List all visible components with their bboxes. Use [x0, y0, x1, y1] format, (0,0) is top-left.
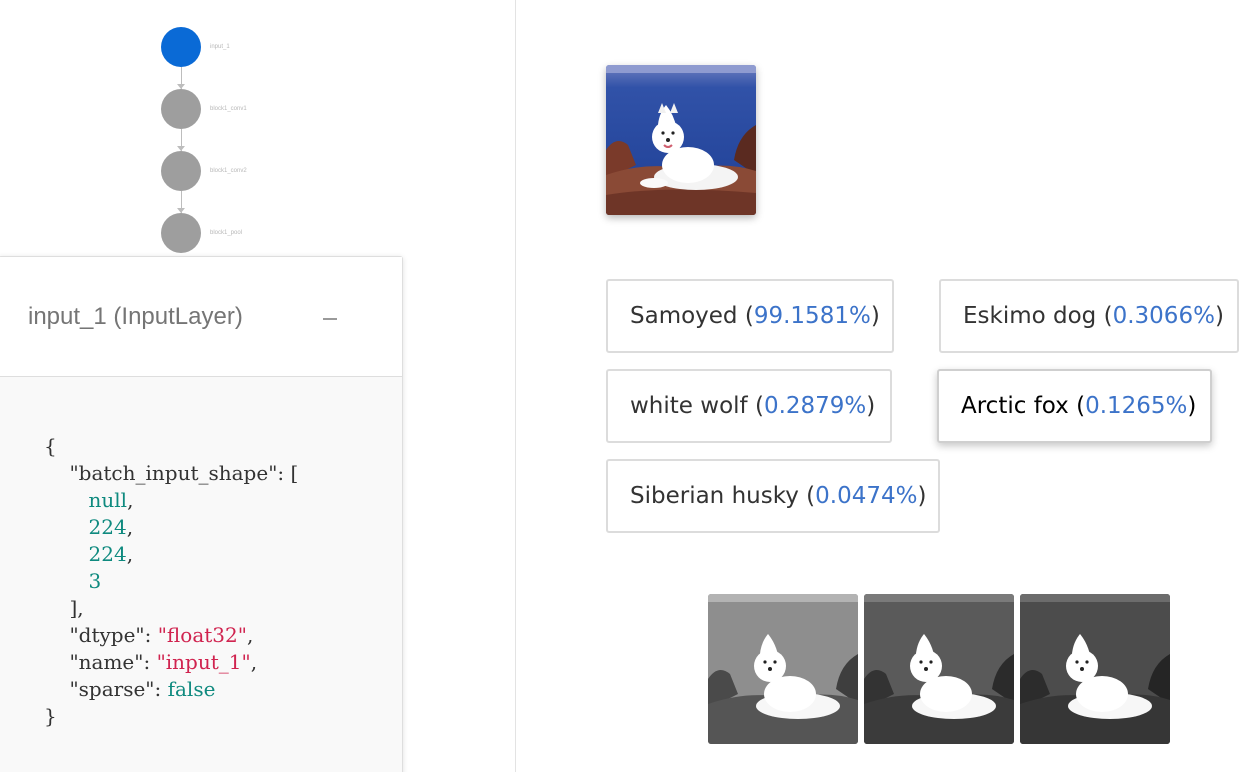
model-graph-pane: input_1 block1_conv1 block1_conv2 block1…	[0, 0, 515, 772]
prediction-label: Samoyed	[630, 303, 738, 329]
prediction-label: white wolf	[630, 393, 748, 419]
results-pane: Samoyed (99.1581%) Eskimo dog (0.3066%) …	[516, 0, 1258, 772]
prediction-probability: 0.1265%	[1085, 393, 1188, 419]
layer-details-header: input_1 (InputLayer)	[0, 257, 402, 377]
prediction-probability: 0.0474%	[815, 483, 918, 509]
prediction-label: Siberian husky	[630, 483, 799, 509]
prediction-probability: 0.2879%	[763, 393, 867, 419]
prediction-probability: 0.3066%	[1112, 303, 1215, 329]
graph-node-label: block1_conv2	[210, 168, 247, 174]
graph-node-label: block1_pool	[210, 230, 243, 236]
layer-config-json: { "batch_input_shape": [ null, 224, 224,…	[44, 434, 299, 728]
prediction-eskimo-dog[interactable]: Eskimo dog (0.3066%)	[939, 279, 1239, 353]
graph-node-label: block1_conv1	[210, 106, 247, 112]
prediction-label: Arctic fox	[961, 393, 1069, 419]
graph-node-block1-conv1[interactable]	[161, 89, 201, 129]
activation-thumbnail[interactable]	[708, 594, 858, 744]
layer-config: { "batch_input_shape": [ null, 224, 224,…	[0, 377, 402, 772]
prediction-samoyed[interactable]: Samoyed (99.1581%)	[606, 279, 894, 353]
minus-icon[interactable]	[321, 312, 339, 326]
graph-node-label: input_1	[210, 44, 230, 50]
activation-thumbnail[interactable]	[1020, 594, 1170, 744]
activation-thumbnail[interactable]	[864, 594, 1014, 744]
layer-details-panel: input_1 (InputLayer) { "batch_input_shap…	[0, 256, 403, 772]
graph-node-input-1[interactable]	[161, 27, 201, 67]
graph-node-block1-pool[interactable]	[161, 213, 201, 253]
prediction-arctic-fox[interactable]: Arctic fox (0.1265%)	[937, 369, 1212, 443]
prediction-label: Eskimo dog	[963, 303, 1097, 329]
input-image[interactable]	[606, 65, 756, 215]
graph-node-block1-conv2[interactable]	[161, 151, 201, 191]
prediction-siberian-husky[interactable]: Siberian husky (0.0474%)	[606, 459, 940, 533]
prediction-probability: 99.1581%	[753, 303, 871, 329]
prediction-white-wolf[interactable]: white wolf (0.2879%)	[606, 369, 892, 443]
layer-title: input_1 (InputLayer)	[28, 303, 243, 330]
